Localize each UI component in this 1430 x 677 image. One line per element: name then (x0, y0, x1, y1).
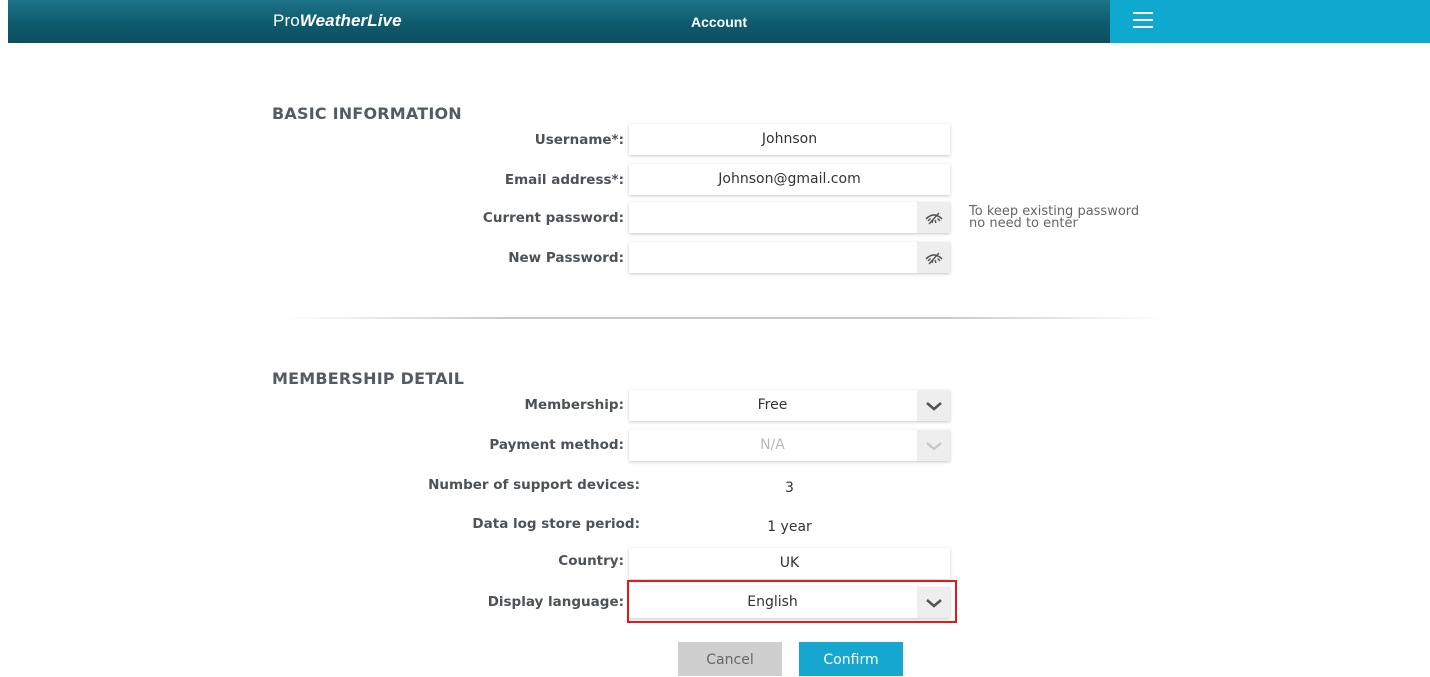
membership-detail-title: MEMBERSHIP DETAIL (272, 369, 465, 388)
page-title: Account (691, 14, 747, 30)
support-devices-label: Number of support devices: (428, 477, 640, 493)
membership-dropdown-button[interactable] (917, 390, 950, 421)
membership-select[interactable]: Free (629, 390, 950, 421)
current-password-field[interactable] (629, 202, 950, 233)
eye-hidden-icon[interactable] (924, 251, 943, 265)
email-field[interactable]: Johnson@gmail.com (629, 164, 950, 195)
country-field[interactable]: UK (629, 548, 950, 579)
chevron-down-icon[interactable] (925, 400, 943, 412)
menu-button[interactable] (1110, 0, 1430, 43)
current-password-input[interactable] (629, 202, 913, 233)
cancel-button[interactable]: Cancel (678, 642, 782, 676)
username-label: Username*: (534, 132, 624, 148)
password-hint: To keep existing password no need to ent… (969, 205, 1139, 231)
section-divider (283, 317, 1163, 319)
data-log-period-value: 1 year (767, 519, 812, 535)
username-field[interactable]: Johnson (629, 124, 950, 155)
current-password-eye-toggle[interactable] (917, 202, 950, 233)
top-bar: ProWeatherLive Account (8, 0, 1430, 43)
country-label: Country: (558, 553, 624, 569)
display-language-highlight (627, 580, 957, 623)
chevron-down-icon (925, 441, 942, 450)
payment-method-value: N/A (760, 437, 785, 453)
data-log-period-label: Data log store period: (472, 516, 640, 532)
current-password-label: Current password: (482, 210, 624, 226)
eye-hidden-icon[interactable] (924, 211, 943, 225)
email-label: Email address*: (504, 172, 624, 188)
payment-method-select: N/A (629, 430, 950, 461)
hamburger-menu-icon[interactable] (1133, 12, 1153, 28)
brand-logo[interactable]: ProWeatherLive (273, 11, 402, 31)
username-value[interactable]: Johnson (629, 124, 950, 155)
payment-method-dropdown-button (917, 430, 950, 461)
display-language-label: Display language: (487, 594, 624, 610)
brand-name: WeatherLive (299, 11, 402, 30)
new-password-eye-toggle[interactable] (917, 242, 950, 273)
membership-value[interactable]: Free (629, 390, 916, 421)
country-value[interactable]: UK (629, 548, 950, 579)
new-password-field[interactable] (629, 242, 950, 273)
confirm-button[interactable]: Confirm (799, 642, 903, 676)
basic-information-title: BASIC INFORMATION (272, 104, 462, 123)
brand-prefix: Pro (273, 11, 300, 30)
membership-label: Membership: (524, 397, 624, 413)
new-password-label: New Password: (508, 250, 624, 266)
support-devices-value: 3 (785, 480, 794, 496)
payment-method-label: Payment method: (489, 437, 624, 453)
email-value[interactable]: Johnson@gmail.com (629, 164, 950, 195)
password-hint-line2: no need to enter (969, 216, 1078, 231)
new-password-input[interactable] (629, 242, 913, 273)
